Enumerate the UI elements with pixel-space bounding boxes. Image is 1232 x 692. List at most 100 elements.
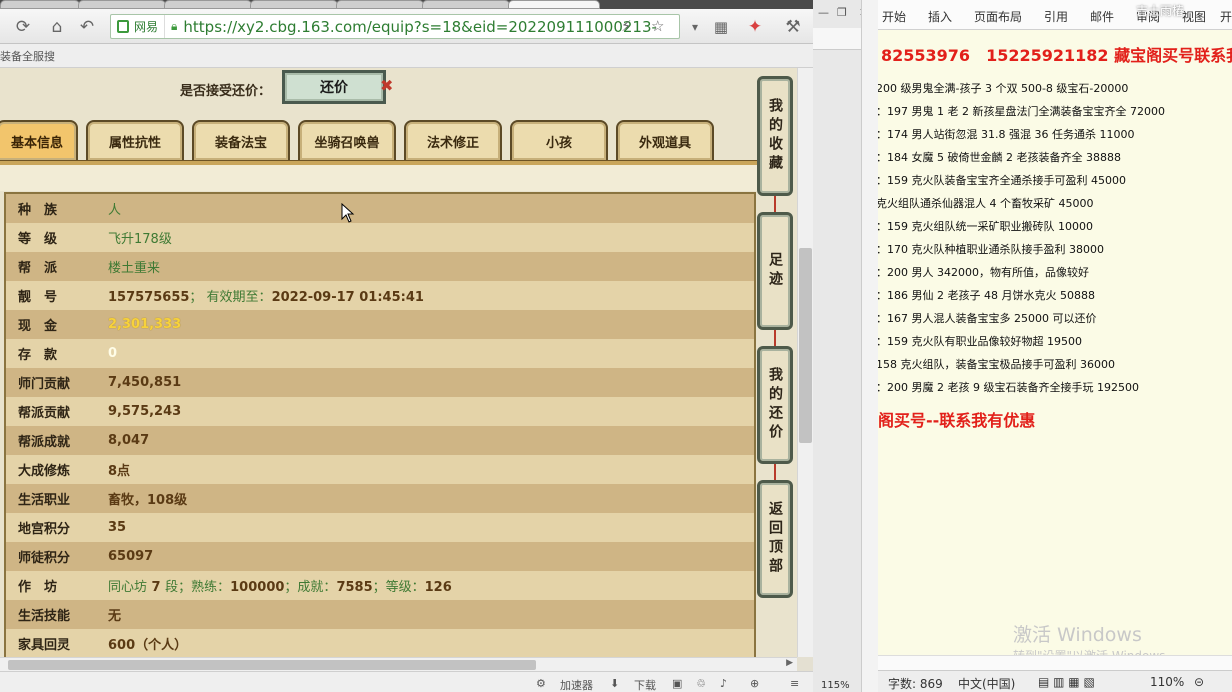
trash-icon[interactable]: ♲ xyxy=(696,677,706,690)
download-label[interactable]: 下载 xyxy=(634,677,656,692)
address-bar[interactable]: 网易 🔒︎ https://xy2.cbg.163.com/equip?s=18… xyxy=(110,14,680,39)
browser-tab[interactable] xyxy=(0,0,80,9)
minimize-icon[interactable]: — xyxy=(818,6,829,19)
close-icon[interactable]: ✖ xyxy=(380,76,393,95)
row-label: 家具回灵 xyxy=(18,638,71,653)
bookmarks-bar: 装备全服搜 xyxy=(0,44,813,68)
row-value: 9,575,243 xyxy=(108,404,182,419)
vertical-scrollbar[interactable] xyxy=(797,68,813,657)
grid-icon[interactable]: ▦ xyxy=(710,16,732,38)
browser-tab-active[interactable] xyxy=(508,0,600,9)
ribbon-tab-layout[interactable]: 页面布局 xyxy=(974,8,1022,25)
ribbon-tab-mailings[interactable]: 邮件 xyxy=(1090,8,1114,25)
lock-icon: 🔒︎ xyxy=(171,19,178,33)
browser-tab[interactable] xyxy=(164,0,252,9)
browser-tab[interactable] xyxy=(422,0,510,9)
zoom-out-icon[interactable]: ⊝ xyxy=(1194,675,1204,689)
wrench-icon[interactable]: ⚒ xyxy=(782,16,804,38)
settings-icon[interactable]: ≡ xyxy=(790,677,799,690)
ribbon-tab-references[interactable]: 引用 xyxy=(1044,8,1068,25)
row-label: 种 族 xyxy=(18,203,58,218)
workshop-tier: 7 xyxy=(147,580,166,595)
site-identity[interactable]: 网易 xyxy=(111,15,166,38)
ribbon-tab-home[interactable]: 开始 xyxy=(882,8,906,25)
table-row: 地宫积分 35 xyxy=(6,513,754,542)
row-value: 飞升178级 xyxy=(108,232,172,247)
lightning-icon[interactable]: ⚡︎ xyxy=(621,17,632,35)
gamepad-icon[interactable]: ✦ xyxy=(744,16,766,38)
table-row: 师门贡献 7,450,851 xyxy=(6,368,754,397)
my-offers-button[interactable]: 我的还价 xyxy=(757,346,793,464)
star-icon[interactable]: ☆ xyxy=(651,17,664,35)
restore-icon[interactable]: ❐ xyxy=(837,6,847,19)
scroll-thumb[interactable] xyxy=(799,248,812,443)
tab-mounts-pets[interactable]: 坐骑召唤兽 xyxy=(298,120,396,160)
ribbon-tab-view[interactable]: 视图 xyxy=(1182,8,1206,25)
browser-window: ⟳ ⌂ ↶ 网易 🔒︎ https://xy2.cbg.163.com/equi… xyxy=(0,0,813,692)
document-footer-line: 阁买号--联系我有优惠 xyxy=(878,411,1036,430)
sound-icon[interactable]: ♪ xyxy=(720,677,727,690)
bookmark-item[interactable]: 装备全服搜 xyxy=(0,48,55,64)
workshop-text: 段；熟练： xyxy=(165,580,231,595)
row-value: 8,047 xyxy=(108,433,150,448)
row-value: 同心坊 7 段；熟练：100000；成就：7585；等级：126 xyxy=(108,576,452,595)
language-indicator[interactable]: 中文(中国) xyxy=(958,675,1015,692)
url-text[interactable]: https://xy2.cbg.163.com/equip?s=18&eid=2… xyxy=(183,18,657,36)
reload-icon[interactable]: ⟳ xyxy=(12,16,34,38)
layout-icons[interactable]: ▤ ▥ ▦ ▧ xyxy=(1038,675,1095,689)
browser-tab[interactable] xyxy=(336,0,424,9)
scroll-right-icon[interactable]: ▶ xyxy=(786,658,793,668)
workshop-skill: 100000 xyxy=(230,580,285,595)
tab-appearance[interactable]: 外观道具 xyxy=(616,120,714,160)
browser-tab[interactable] xyxy=(250,0,338,9)
download-icon[interactable]: ⬇ xyxy=(610,677,619,690)
accelerator-label[interactable]: 加速器 xyxy=(560,677,593,692)
browser-tab[interactable] xyxy=(78,0,166,9)
footprint-button[interactable]: 足迹 xyxy=(757,212,793,330)
content-band xyxy=(0,165,760,191)
back-to-top-button[interactable]: 返回顶部 xyxy=(757,480,793,598)
table-row: 生活技能 无 xyxy=(6,600,754,629)
scroll-thumb[interactable] xyxy=(8,660,536,670)
ribbon-tab-dev[interactable]: 开 xyxy=(1220,8,1232,25)
home-icon[interactable]: ⌂ xyxy=(46,16,68,38)
zoom-label: 115% xyxy=(821,680,850,691)
row-value: 无 xyxy=(108,609,122,624)
zoom-icon[interactable]: ⊕ xyxy=(750,677,759,690)
window-icon[interactable]: ▣ xyxy=(672,677,682,690)
table-row: 现 金 2,301,333 xyxy=(6,310,754,339)
row-label: 现 金 xyxy=(18,319,58,334)
doc-line: ：200 男人 342000，物有所值，品像较好 xyxy=(878,266,1089,279)
title-overlay: 吉土雨樁 xyxy=(1136,4,1185,18)
tab-spell-correction[interactable]: 法术修正 xyxy=(404,120,502,160)
word-ribbon: 开始 插入 页面布局 引用 邮件 审阅 视图 开 吉土雨樁 xyxy=(878,0,1232,30)
row-value: 楼土重来 xyxy=(108,261,161,276)
table-row: 生活职业 畜牧，108级 xyxy=(6,484,754,513)
row-value: 157575655； 有效期至：2022-09-17 01:45:41 xyxy=(108,286,424,305)
word-horizontal-scrollbar[interactable] xyxy=(878,655,1232,670)
tab-basic-info[interactable]: 基本信息 xyxy=(0,120,78,160)
accelerator-icon[interactable]: ⚙ xyxy=(536,677,546,690)
document-page[interactable]: 82553976 15225921182 藏宝阁买号联系我 200 级男鬼全满-… xyxy=(878,30,1232,670)
row-label: 帮派贡献 xyxy=(18,406,71,421)
dropdown-icon[interactable]: ▾ xyxy=(684,16,706,38)
tab-equipment[interactable]: 装备法宝 xyxy=(192,120,290,160)
horizontal-scrollbar[interactable]: ▶ xyxy=(0,657,797,671)
row-value: 2,301,333 xyxy=(108,317,182,332)
word-count[interactable]: 字数: 869 xyxy=(888,675,943,692)
row-value: 35 xyxy=(108,520,127,535)
row-label: 作 坊 xyxy=(18,580,58,595)
zoom-level[interactable]: 110% xyxy=(1150,675,1184,689)
my-favorites-button[interactable]: 我的收藏 xyxy=(757,76,793,196)
doc-line: ：159 克火队有职业品像较好物超 19500 xyxy=(878,335,1082,348)
row-label: 生活职业 xyxy=(18,493,71,508)
row-label: 等 级 xyxy=(18,232,58,247)
back-icon[interactable]: ↶ xyxy=(76,16,98,38)
activate-windows-title: 激活 Windows xyxy=(1013,624,1142,646)
rope-decoration xyxy=(774,462,776,482)
ribbon-tab-insert[interactable]: 插入 xyxy=(928,8,952,25)
counter-offer-button[interactable]: 还价 xyxy=(282,70,386,104)
browser-tab-strip xyxy=(0,0,813,9)
tab-children[interactable]: 小孩 xyxy=(510,120,608,160)
tab-attributes[interactable]: 属性抗性 xyxy=(86,120,184,160)
